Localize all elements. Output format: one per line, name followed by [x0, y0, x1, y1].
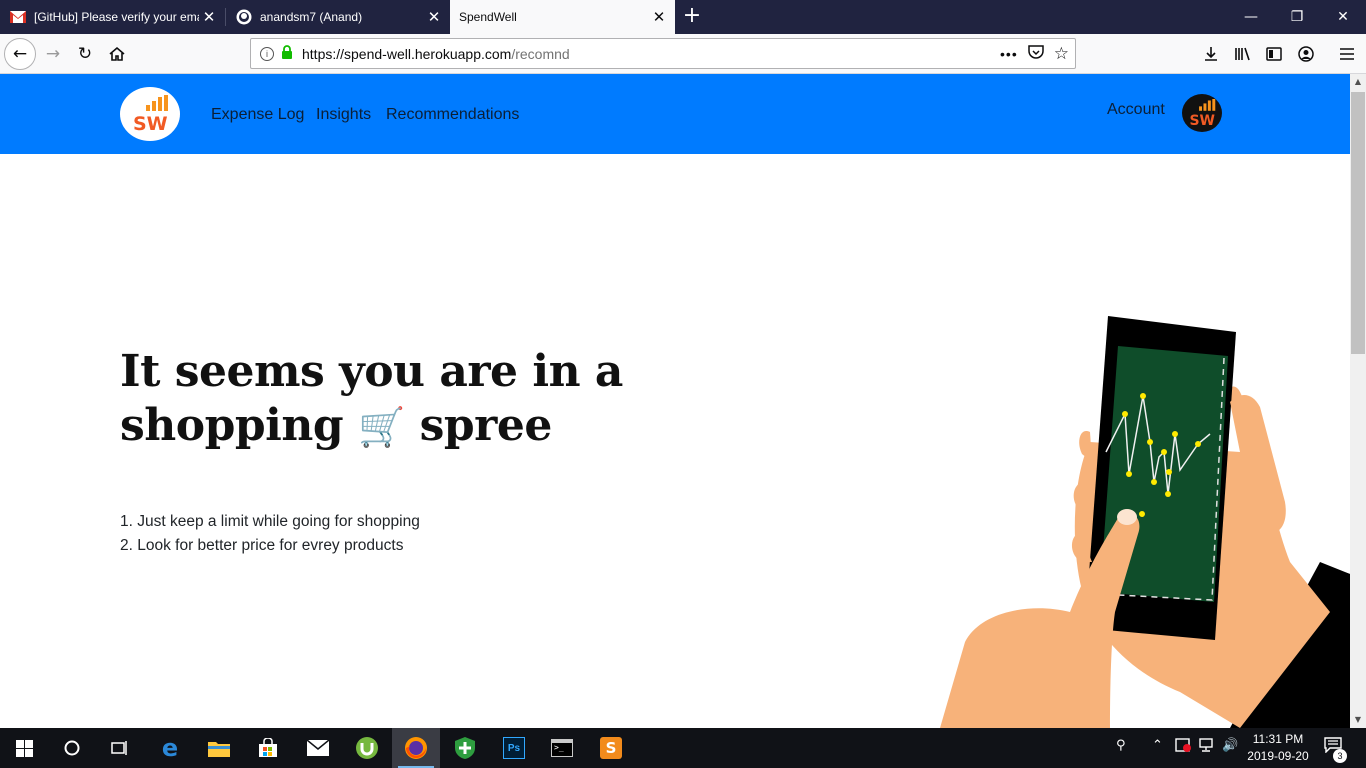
photoshop-icon: Ps	[503, 737, 525, 759]
new-tab-button[interactable]: +	[679, 4, 705, 30]
account-button[interactable]	[1291, 39, 1321, 69]
page-title: It seems you are in a shopping 🛒 spree	[120, 346, 623, 451]
cortana-button[interactable]	[48, 728, 96, 768]
menu-button[interactable]	[1332, 39, 1362, 69]
chevron-up-icon[interactable]: ⌃	[1152, 738, 1163, 753]
account-link[interactable]: Account	[1107, 101, 1165, 119]
svg-text:SW: SW	[1189, 113, 1215, 127]
home-icon	[109, 46, 125, 61]
github-icon	[236, 9, 252, 25]
close-tab-icon[interactable]: ✕	[424, 8, 444, 26]
reload-button[interactable]: ↻	[70, 39, 100, 69]
notification-badge: 3	[1333, 749, 1347, 763]
tab-spendwell[interactable]: SpendWell ✕	[450, 0, 675, 34]
recommendation-list: 1. Just keep a limit while going for sho…	[120, 510, 420, 558]
task-view-button[interactable]	[96, 728, 144, 768]
file-explorer-button[interactable]	[195, 728, 243, 768]
scrollbar-thumb[interactable]	[1351, 92, 1365, 354]
shopping-cart-icon: 🛒	[357, 404, 405, 449]
terminal-button[interactable]: >_	[538, 728, 586, 768]
volume-icon[interactable]: 🔊	[1222, 738, 1238, 753]
firefox-button[interactable]	[392, 728, 440, 768]
url-bar[interactable]: i https://spend-well.herokuapp.com/recom…	[250, 38, 1076, 69]
store-icon	[259, 738, 277, 757]
gmail-icon	[10, 9, 26, 25]
close-window-button[interactable]: ✕	[1320, 0, 1366, 34]
utorrent-button[interactable]	[343, 728, 391, 768]
reload-icon: ↻	[77, 44, 93, 64]
scroll-down-icon[interactable]: ▼	[1350, 712, 1366, 728]
avatar[interactable]: SW	[1182, 94, 1222, 132]
utorrent-icon	[356, 737, 378, 759]
scroll-up-icon[interactable]: ▲	[1350, 74, 1366, 90]
list-item: 2. Look for better price for evrey produ…	[120, 537, 404, 554]
downloads-button[interactable]	[1196, 39, 1226, 69]
tab-title: [GitHub] Please verify your email	[34, 10, 199, 24]
arrow-left-icon: ←	[12, 44, 28, 64]
close-tab-icon[interactable]: ✕	[649, 8, 669, 26]
bookmark-star-icon[interactable]: ☆	[1054, 44, 1069, 64]
store-button[interactable]	[244, 728, 292, 768]
sublime-button[interactable]: S	[587, 728, 635, 768]
clock-date: 2019-09-20	[1247, 749, 1309, 763]
sublime-icon: S	[600, 737, 622, 759]
start-button[interactable]	[0, 728, 48, 768]
arrow-right-icon: →	[45, 44, 61, 64]
tab-title: anandsm7 (Anand)	[260, 10, 363, 24]
back-button[interactable]: ←	[4, 38, 36, 70]
tab-title: SpendWell	[459, 10, 517, 24]
security-shield-icon	[455, 737, 475, 759]
svg-text:SW: SW	[133, 113, 168, 133]
sidebar-icon	[1266, 47, 1282, 61]
mail-button[interactable]	[294, 728, 342, 768]
home-button[interactable]	[102, 39, 132, 69]
lock-icon[interactable]	[281, 45, 293, 62]
download-icon	[1205, 47, 1217, 61]
system-clock[interactable]: 11:31 PM 2019-09-20	[1240, 731, 1316, 765]
edge-icon: e	[161, 734, 179, 762]
url-text: https://spend-well.herokuapp.com/recomnd	[302, 45, 570, 62]
tab-strip: [GitHub] Please verify your email ✕ anan…	[0, 0, 1366, 34]
nav-recommendations[interactable]: Recommendations	[386, 106, 519, 124]
network-icon[interactable]	[1199, 738, 1215, 756]
folder-icon	[208, 742, 230, 757]
windows-start-icon	[15, 739, 33, 757]
hand-holding-phone-illustration	[940, 316, 1350, 728]
restore-button[interactable]: ❐	[1274, 0, 1320, 34]
tab-github-email[interactable]: [GitHub] Please verify your email ✕	[0, 0, 225, 34]
minimize-button[interactable]: —	[1228, 0, 1274, 34]
info-icon[interactable]: i	[260, 46, 274, 61]
mail-icon	[307, 740, 329, 756]
terminal-icon: >_	[551, 739, 573, 757]
spendwell-logo[interactable]: SW	[120, 87, 180, 141]
nav-expense-log[interactable]: Expense Log	[211, 106, 304, 124]
navigation-toolbar: ← → ↻ i https://spend-well.herokuapp.com…	[0, 34, 1366, 74]
antivirus-tray-icon[interactable]	[1175, 738, 1191, 756]
web-page: SW Expense Log Insights Recommendations …	[0, 74, 1350, 728]
clock-time: 11:31 PM	[1252, 732, 1304, 746]
people-icon[interactable]: ⚲	[1116, 738, 1126, 753]
library-icon	[1235, 47, 1250, 61]
task-view-icon	[111, 741, 127, 755]
close-tab-icon[interactable]: ✕	[199, 8, 219, 26]
list-item: 1. Just keep a limit while going for sho…	[120, 513, 420, 530]
edge-button[interactable]: e	[146, 728, 194, 768]
sidebar-button[interactable]	[1259, 39, 1289, 69]
hamburger-menu-icon	[1340, 48, 1354, 60]
security-button[interactable]	[441, 728, 489, 768]
cortana-icon	[64, 740, 80, 756]
library-button[interactable]	[1228, 39, 1258, 69]
windows-taskbar: e Ps >_ S ⚲ ⌃ 🔊 11:31 PM 2019-09-20 3	[0, 728, 1366, 768]
tab-github-profile[interactable]: anandsm7 (Anand) ✕	[226, 0, 450, 34]
page-actions-icon[interactable]: •••	[1000, 46, 1018, 62]
forward-button[interactable]: →	[38, 39, 68, 69]
firefox-icon	[405, 737, 427, 759]
photoshop-button[interactable]: Ps	[490, 728, 538, 768]
account-icon	[1298, 46, 1314, 62]
nav-insights[interactable]: Insights	[316, 106, 371, 124]
app-header: SW Expense Log Insights Recommendations …	[0, 74, 1350, 154]
pocket-icon[interactable]	[1028, 44, 1044, 63]
